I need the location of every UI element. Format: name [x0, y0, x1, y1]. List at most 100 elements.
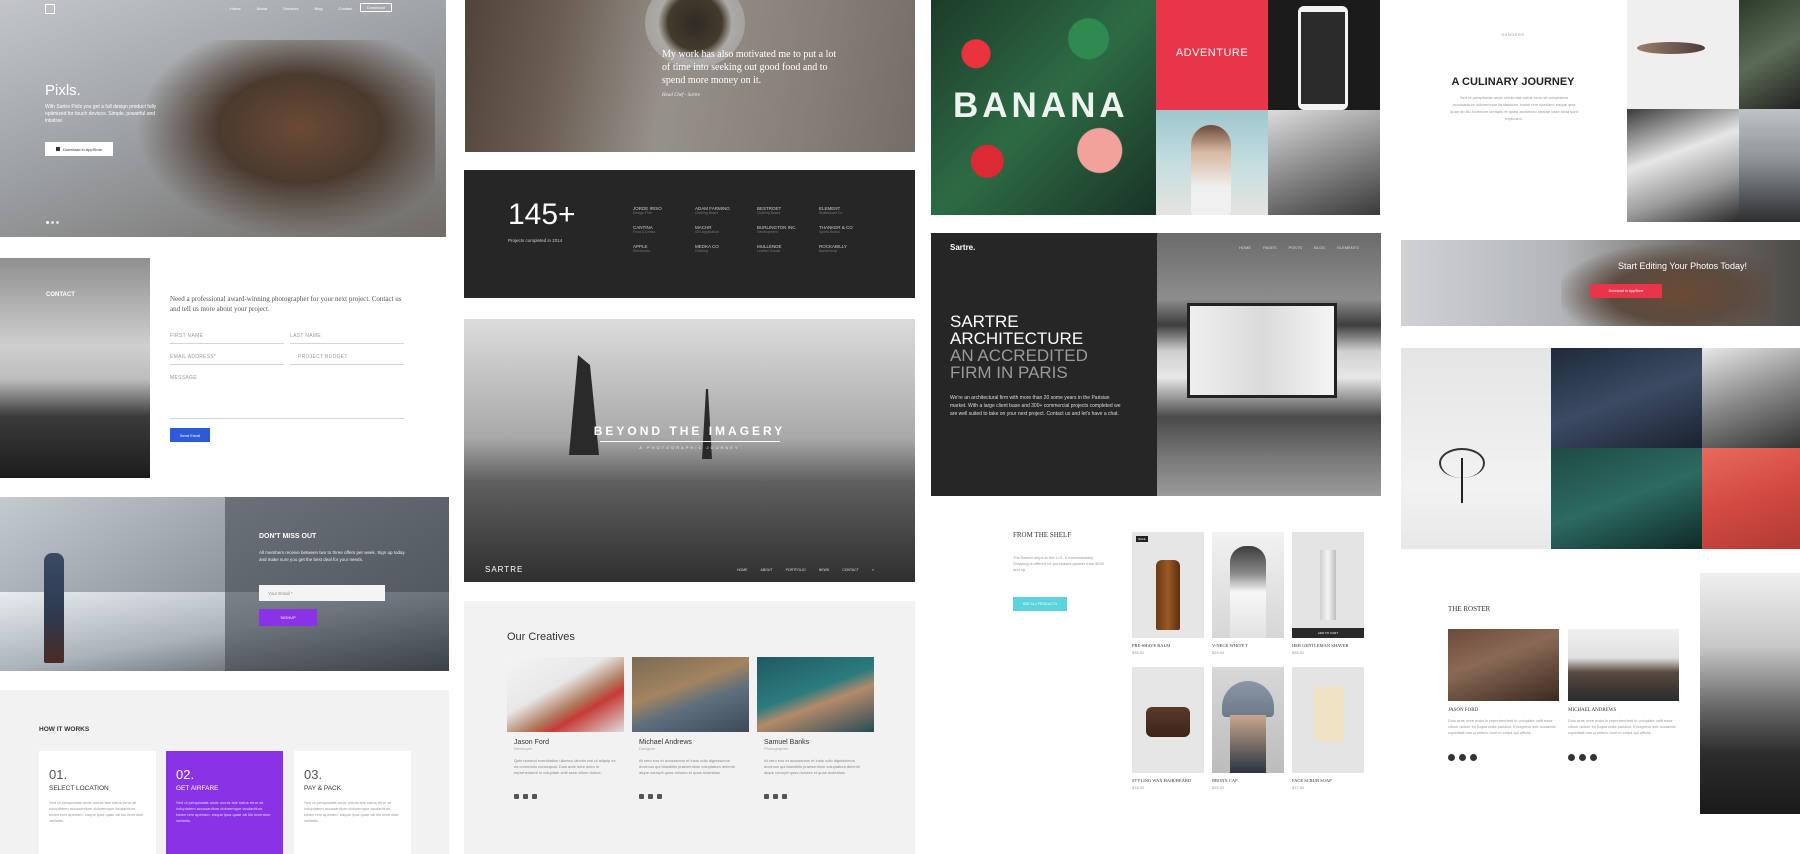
- nav-item[interactable]: PORTFOLIO: [786, 568, 806, 572]
- email-input[interactable]: Your Email *: [259, 585, 385, 601]
- slider-dots[interactable]: [46, 221, 59, 224]
- instagram-icon[interactable]: [1590, 754, 1597, 761]
- product-image: [1212, 532, 1284, 638]
- logo-icon: [45, 4, 55, 14]
- menu-icon[interactable]: ≡: [872, 568, 874, 572]
- see-all-button[interactable]: SEE ALL PRODUCTS: [1013, 597, 1067, 611]
- shelf-text: The Barber ships to the U.S. & internati…: [1013, 555, 1105, 572]
- roster-card: MICHAEL ANDREWS Duis aute irure dolor in…: [1568, 629, 1679, 766]
- nav-item[interactable]: CONTACT: [842, 568, 859, 572]
- roster-title: THE ROSTER: [1448, 605, 1491, 613]
- heading-line: FIRM IN PARIS: [950, 363, 1068, 382]
- facebook-icon[interactable]: [764, 794, 769, 799]
- dontmiss-overlay: [225, 497, 449, 671]
- client-item: ELEMENT Skateboard Co: [819, 206, 843, 215]
- last-name-field[interactable]: Last Name: [290, 333, 321, 339]
- howitworks-panel: HOW IT WORKS 01. SELECT LOCATION Sed ut …: [0, 690, 449, 854]
- twitter-icon[interactable]: [1459, 754, 1466, 761]
- nav-item[interactable]: ABOUT: [761, 568, 773, 572]
- quote-text: My work has also motivated me to put a l…: [662, 49, 837, 86]
- budget-select[interactable]: Project Budget: [298, 354, 348, 360]
- instagram-icon[interactable]: [782, 794, 787, 799]
- roster-name: JASON FORD: [1448, 708, 1479, 713]
- first-name-field[interactable]: First Name: [170, 333, 203, 339]
- appstore-button-label: Download in AppStore: [62, 146, 103, 152]
- nav-item[interactable]: ELEMENTS: [1337, 245, 1359, 250]
- creatives-title: Our Creatives: [507, 631, 575, 643]
- sea-rock: [569, 355, 599, 455]
- nav-item[interactable]: About: [257, 6, 267, 11]
- nav-item[interactable]: PAGES: [1263, 245, 1277, 250]
- jungle-portrait: [1551, 448, 1702, 549]
- client-item: THANKER & CO Sports Brand: [819, 225, 853, 234]
- signup-button[interactable]: SIGNUP: [259, 609, 317, 626]
- send-email-button[interactable]: Send Email: [170, 428, 210, 442]
- nav-item[interactable]: POSTS: [1289, 245, 1303, 250]
- facebook-icon[interactable]: [1448, 754, 1455, 761]
- nav-item[interactable]: BLOG: [1314, 245, 1325, 250]
- banana-panel: BANANA ADVENTURE: [931, 0, 1380, 215]
- message-field[interactable]: Message: [170, 375, 197, 381]
- beyond-title: BEYOND THE IMAGERY: [593, 424, 786, 438]
- creative-photo: [632, 657, 749, 732]
- roster-name: MICHAEL ANDREWS: [1568, 708, 1617, 713]
- nav-download-button[interactable]: Download: [360, 3, 392, 12]
- nav-item[interactable]: NEWS: [819, 568, 830, 572]
- culinary-kicker: SANGERS: [1501, 32, 1525, 37]
- clients-grid: JORDE IRISO Design Firm ADAM FARMING Cloth…: [633, 206, 863, 253]
- heading-line: ARCHITECTURE: [950, 329, 1084, 348]
- twitter-icon[interactable]: [523, 794, 528, 799]
- contact-intro: Need a professional award-winning photog…: [170, 295, 402, 313]
- product-name: PRE-SHAVE BALM: [1132, 643, 1171, 648]
- email-field[interactable]: Email address*: [170, 354, 216, 360]
- product-card[interactable]: STYLING WAX HAIR/BEARD $18.00: [1132, 667, 1204, 790]
- creative-social: [639, 786, 742, 804]
- appstore-button[interactable]: Download in AppStore: [45, 142, 113, 156]
- step-text: Sed ut perspiciatis unde omnis iste natu…: [176, 800, 271, 823]
- quote-panel: My work has also motivated me to put a l…: [465, 0, 915, 152]
- contact-title: CONTACT: [46, 292, 75, 298]
- nav-item[interactable]: Services: [283, 6, 298, 11]
- man-closeup: [1702, 348, 1800, 448]
- client-item: ADAM FARMING Clothing Brand: [695, 206, 730, 215]
- linkedin-icon[interactable]: [773, 794, 778, 799]
- editing-download-button[interactable]: Download in AppStore: [1590, 284, 1662, 298]
- nav-item[interactable]: HOME: [737, 568, 748, 572]
- instagram-icon[interactable]: [532, 794, 537, 799]
- nav-item[interactable]: Contact: [338, 6, 352, 11]
- editing-panel: Start Editing Your Photos Today! Downloa…: [1401, 240, 1800, 326]
- fish-photo: [1627, 0, 1739, 109]
- youtube-icon[interactable]: [657, 794, 662, 799]
- facebook-icon[interactable]: [514, 794, 519, 799]
- twitter-icon[interactable]: [648, 794, 653, 799]
- facebook-icon[interactable]: [1568, 754, 1575, 761]
- facebook-icon[interactable]: [639, 794, 644, 799]
- client-item: MACHR iOS Application: [695, 225, 719, 234]
- creative-name: Michael Andrews: [639, 739, 692, 746]
- creative-card: Jason Ford Developer Quis nostrud exerci…: [507, 657, 624, 804]
- product-card[interactable]: ADD TO CART HER GENTLEMAN SHAVER $55.00: [1292, 532, 1364, 655]
- instagram-icon[interactable]: [1470, 754, 1477, 761]
- client-item: MEDKA CO Clothing: [695, 244, 719, 253]
- client-item: ROCKABILLY Barbershop: [819, 244, 847, 253]
- woman-photo: [1156, 110, 1268, 215]
- add-to-cart-button[interactable]: ADD TO CART: [1292, 628, 1364, 638]
- product-card[interactable]: FACE SCRUB SOAP $17.00: [1292, 667, 1364, 790]
- nav-item[interactable]: Home: [230, 6, 241, 11]
- product-card[interactable]: SALE PRE-SHAVE BALM $35.00: [1132, 532, 1204, 655]
- nav-item[interactable]: HOME: [1239, 245, 1251, 250]
- nav-item[interactable]: Blog: [314, 6, 322, 11]
- client-item: BURLINGTON INC. Development: [757, 225, 797, 234]
- creative-text: At vero eos et accusamus et iusto odio d…: [764, 758, 860, 775]
- client-item: MULLENDE Leather Goods: [757, 244, 782, 253]
- roster-card: JASON FORD Duis aute irure dolor in repr…: [1448, 629, 1559, 766]
- creative-role: Designer: [639, 746, 656, 751]
- product-card[interactable]: V-NECK WHITE T $29.00: [1212, 532, 1284, 655]
- roster-photo: [1568, 629, 1679, 701]
- beyond-brand: SARTRE: [485, 565, 524, 574]
- client-item: BESTROET Clothing Brand: [757, 206, 782, 215]
- product-card[interactable]: BRONX CAP $25.00: [1212, 667, 1284, 790]
- twitter-icon[interactable]: [1579, 754, 1586, 761]
- sartre-heading: SARTRE ARCHITECTURE AN ACCREDITED FIRM I…: [950, 313, 1088, 381]
- sartre-panel: Sartre. HOME PAGES POSTS BLOG ELEMENTS S…: [931, 233, 1381, 496]
